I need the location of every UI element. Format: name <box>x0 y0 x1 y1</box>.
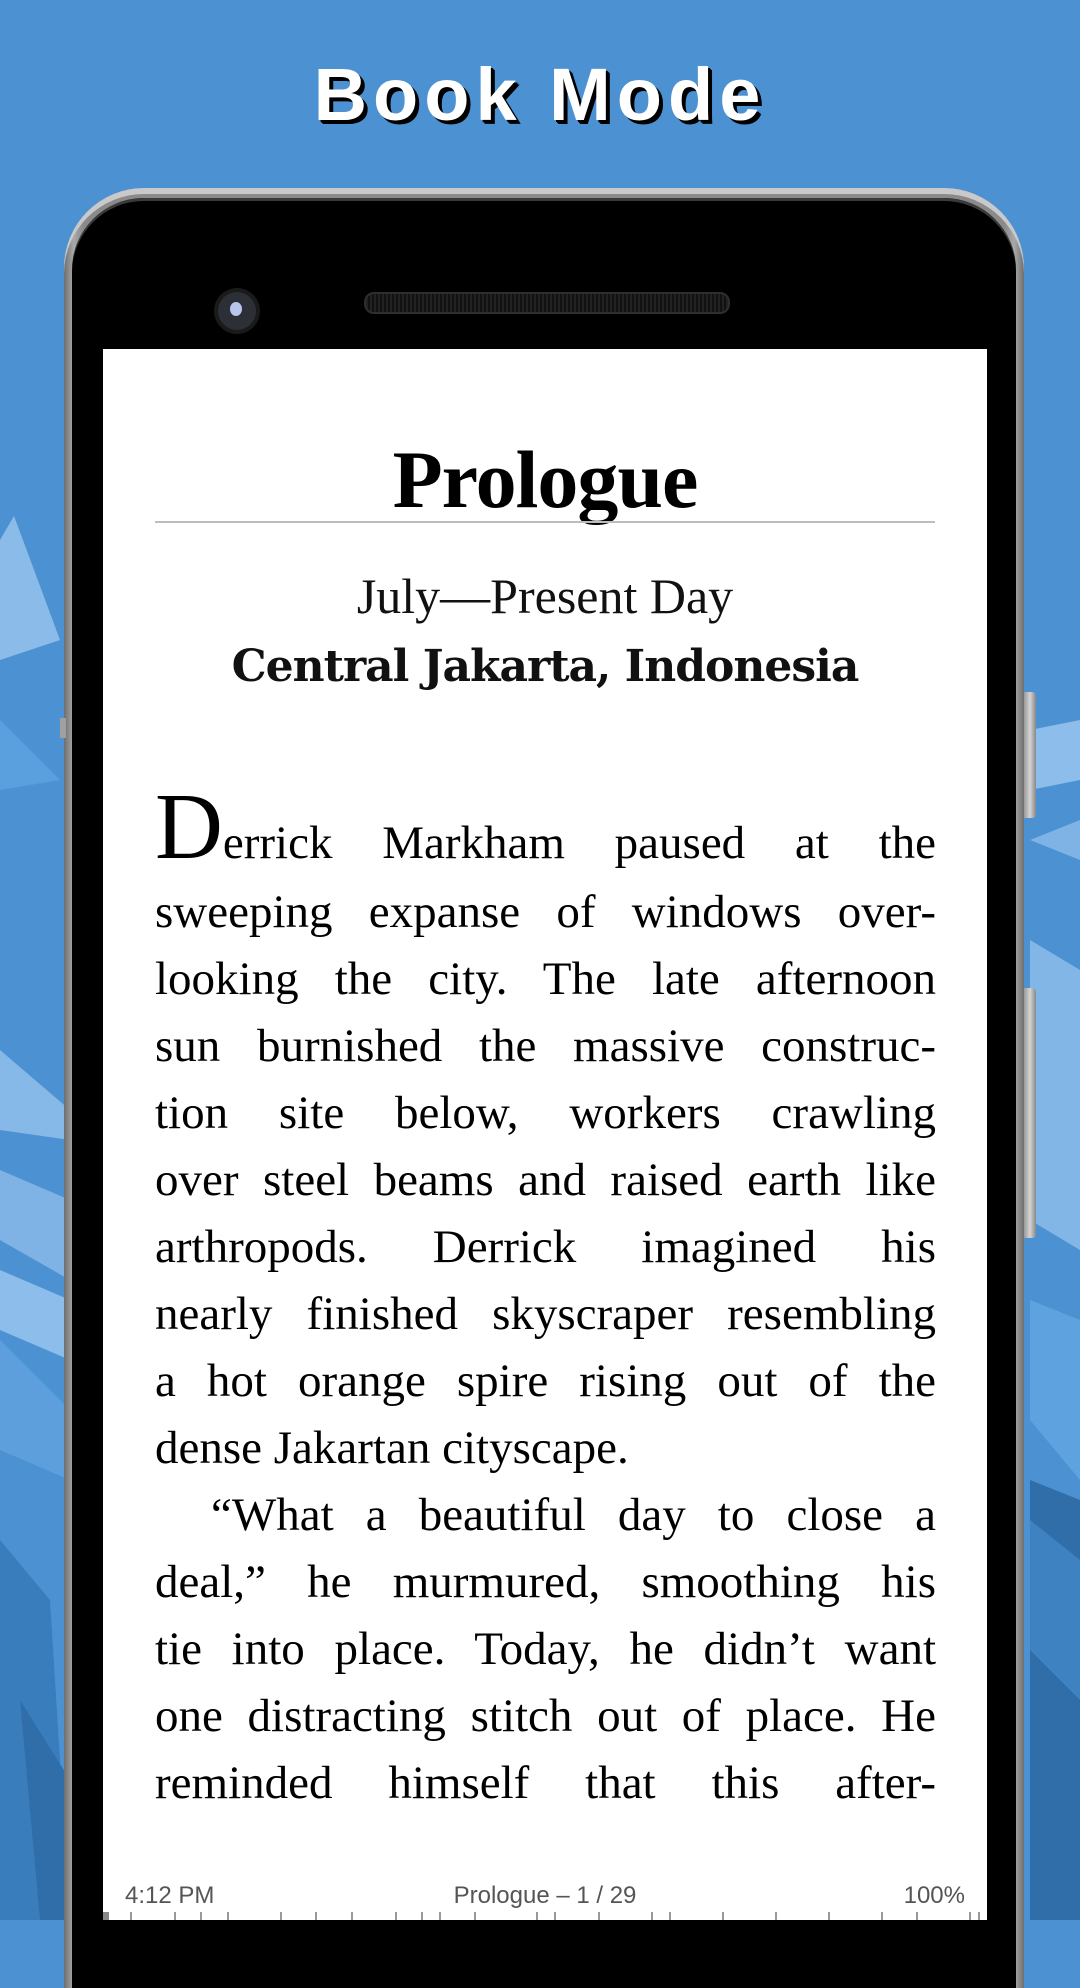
drop-cap: D <box>155 775 223 879</box>
text-line-content: dense Jakartan cityscape. <box>155 1422 629 1474</box>
text-line-content: sun burnished the massive construc- <box>155 1020 936 1072</box>
text-line-content: “What a beautiful day to close a <box>211 1489 936 1541</box>
chapter-tick <box>438 1912 441 1920</box>
chapter-title: Prologue <box>392 434 699 525</box>
text-line: sun burnished the massive construc- <box>155 1013 936 1080</box>
chapter-tick <box>129 1912 132 1920</box>
text-line: tie into place. Today, he didn’t want <box>155 1616 936 1683</box>
chapter-tick <box>774 1912 777 1920</box>
text-line: arthropods. Derrick imagined his <box>155 1214 936 1281</box>
text-line-content: reminded himself that this after- <box>155 1757 936 1809</box>
text-line: Derrick Markham paused at the <box>155 780 936 879</box>
front-camera-icon <box>218 292 256 330</box>
text-line: nearly finished skyscraper resembling <box>155 1281 936 1348</box>
chapter-tick <box>394 1912 397 1920</box>
reader-page[interactable]: Prologue July—Present Day Central Jakart… <box>103 349 987 1920</box>
promo-title: Book Mode <box>313 53 767 136</box>
text-line-content: tie into place. Today, he didn’t want <box>155 1623 936 1675</box>
chapter-tick <box>421 1912 424 1920</box>
book-progress-bar[interactable] <box>103 1910 987 1920</box>
chapter-tick <box>553 1912 556 1920</box>
side-notch <box>60 718 66 738</box>
text-line: sweeping expanse of windows over- <box>155 879 936 946</box>
chapter-tick <box>315 1912 318 1920</box>
book-progress-fill <box>103 1912 109 1920</box>
chapter-tick <box>200 1912 203 1920</box>
text-line: “What a beautiful day to close a <box>155 1482 936 1549</box>
chapter-date: July—Present Day <box>356 568 734 624</box>
status-percent: 100% <box>903 1882 965 1909</box>
text-line: looking the city. The late afternoon <box>155 946 936 1013</box>
text-line-content: tion site below, workers crawling <box>155 1087 936 1139</box>
chapter-tick <box>978 1912 981 1920</box>
volume-button <box>1024 988 1036 1238</box>
earpiece-speaker <box>364 292 730 314</box>
text-line-content: errick Markham paused at the <box>222 817 936 869</box>
chapter-tick <box>721 1912 724 1920</box>
text-line-content: one distracting stitch out of place. He <box>155 1690 936 1742</box>
chapter-tick <box>827 1912 830 1920</box>
status-chapter-progress: Prologue – 1 / 29 <box>453 1882 637 1909</box>
text-line: over steel beams and raised earth like <box>155 1147 936 1214</box>
text-line: reminded himself that this after- <box>155 1750 936 1817</box>
chapter-tick <box>598 1912 601 1920</box>
text-line-content: a hot orange spire rising out of the <box>155 1355 936 1407</box>
book-body-text[interactable]: Derrick Markham paused at the sweeping ex… <box>155 780 936 1817</box>
text-line: tion site below, workers crawling <box>155 1080 936 1147</box>
text-line: one distracting stitch out of place. He <box>155 1683 936 1750</box>
text-line-content: deal,” he murmured, smoothing his <box>155 1556 936 1608</box>
chapter-tick <box>474 1912 477 1920</box>
text-line-content: nearly finished skyscraper resembling <box>155 1288 936 1340</box>
chapter-tick <box>173 1912 176 1920</box>
chapter-tick <box>880 1912 883 1920</box>
text-line-content: looking the city. The late afternoon <box>155 953 936 1005</box>
chapter-tick <box>536 1912 539 1920</box>
chapter-tick <box>916 1912 919 1920</box>
chapter-tick <box>226 1912 229 1920</box>
chapter-tick <box>651 1912 654 1920</box>
chapter-tick <box>668 1912 671 1920</box>
chapter-tick <box>969 1912 972 1920</box>
text-line-content: sweeping expanse of windows over- <box>155 886 936 938</box>
title-divider <box>155 521 935 523</box>
text-line: dense Jakartan cityscape. <box>155 1415 936 1482</box>
chapter-location: Central Jakarta, Indonesia <box>231 641 860 692</box>
reader-status-bar: 4:12 PM Prologue – 1 / 29 100% <box>103 1870 987 1920</box>
chapter-tick <box>279 1912 282 1920</box>
text-line-content: over steel beams and raised earth like <box>155 1154 936 1206</box>
text-line-content: arthropods. Derrick imagined his <box>155 1221 936 1273</box>
text-line: deal,” he murmured, smoothing his <box>155 1549 936 1616</box>
chapter-tick <box>350 1912 353 1920</box>
text-line: a hot orange spire rising out of the <box>155 1348 936 1415</box>
power-button <box>1024 692 1036 818</box>
